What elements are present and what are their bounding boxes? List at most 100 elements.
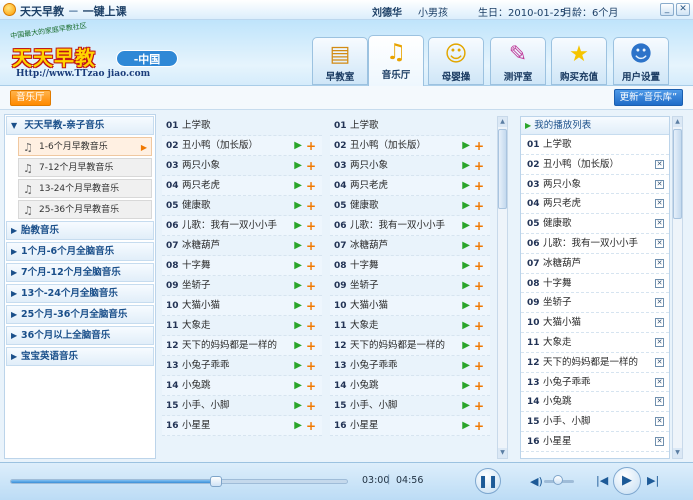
add-to-playlist-icon[interactable]: + — [306, 416, 316, 436]
remove-icon[interactable]: ✕ — [655, 179, 664, 189]
song-row[interactable]: 08 十字舞 ▶ + — [162, 256, 322, 276]
nav-tab[interactable]: ♫ 音乐厅 — [368, 35, 424, 86]
nav-tab[interactable]: ☺ 母婴操 — [428, 37, 484, 85]
song-row[interactable]: 16 小星星 ▶ + — [330, 416, 490, 436]
sidebar-category[interactable]: ▶ 宝宝英语音乐 — [6, 347, 154, 366]
song-row[interactable]: 06 儿歌：我有一双小小手 ▶ + — [330, 216, 490, 236]
remove-icon[interactable]: ✕ — [655, 238, 664, 248]
song-row[interactable]: 13 小兔子乖乖 ▶ + — [330, 356, 490, 376]
sidebar-category[interactable]: ▶ 7个月-12个月全脑音乐 — [6, 263, 154, 282]
play-icon[interactable]: ▶ — [294, 316, 302, 336]
sidebar-subitem[interactable]: ♫ 1-6个月早教音乐 ▶ — [18, 137, 152, 156]
play-icon[interactable]: ▶ — [462, 316, 470, 336]
add-to-playlist-icon[interactable]: + — [474, 356, 484, 376]
add-to-playlist-icon[interactable]: + — [306, 156, 316, 176]
play-icon[interactable]: ▶ — [294, 156, 302, 176]
add-to-playlist-icon[interactable]: + — [474, 196, 484, 216]
remove-icon[interactable]: ✕ — [655, 417, 664, 427]
song-row[interactable]: 10 大猫小猫 ▶ + — [162, 296, 322, 316]
play-icon[interactable]: ▶ — [294, 416, 302, 436]
play-icon[interactable]: ▶ — [294, 136, 302, 156]
nav-tab[interactable]: ★ 购买充值 — [551, 37, 607, 85]
sidebar-category[interactable]: ▶ 胎教音乐 — [6, 221, 154, 240]
playlist-row[interactable]: 10 大猫小猫 ✕ — [521, 313, 669, 333]
song-row[interactable]: 07 冰糖葫芦 ▶ + — [162, 236, 322, 256]
remove-icon[interactable]: ✕ — [655, 377, 664, 387]
play-icon[interactable]: ▶ — [462, 236, 470, 256]
song-row[interactable]: 14 小兔跳 ▶ + — [162, 376, 322, 396]
play-icon[interactable]: ▶ — [294, 196, 302, 216]
song-row[interactable]: 01 上学歌 — [330, 116, 490, 136]
remove-icon[interactable]: ✕ — [655, 337, 664, 347]
song-row[interactable]: 04 两只老虎 ▶ + — [162, 176, 322, 196]
sidebar-category[interactable]: ▶ 36个月以上全脑音乐 — [6, 326, 154, 345]
add-to-playlist-icon[interactable]: + — [306, 296, 316, 316]
volume-icon[interactable]: ◀) — [530, 475, 543, 488]
scroll-down-icon[interactable]: ▼ — [673, 448, 682, 458]
playlist-row[interactable]: 05 健康歌 ✕ — [521, 214, 669, 234]
remove-icon[interactable]: ✕ — [655, 436, 664, 446]
nav-tab[interactable]: ✎ 测评室 — [490, 37, 546, 85]
sidebar-category[interactable]: ▶ 25个月-36个月全脑音乐 — [6, 305, 154, 324]
playlist-row[interactable]: 04 两只老虎 ✕ — [521, 194, 669, 215]
scroll-up-icon[interactable]: ▲ — [673, 117, 682, 127]
next-track-button[interactable]: ▶| — [647, 474, 659, 487]
song-row[interactable]: 15 小手、小脚 ▶ + — [330, 396, 490, 416]
remove-icon[interactable]: ✕ — [655, 159, 664, 169]
play-icon[interactable]: ▶ — [294, 336, 302, 356]
close-icon[interactable]: ✕ — [676, 3, 690, 16]
play-icon[interactable]: ▶ — [462, 216, 470, 236]
add-to-playlist-icon[interactable]: + — [474, 296, 484, 316]
add-to-playlist-icon[interactable]: + — [306, 396, 316, 416]
add-to-playlist-icon[interactable]: + — [306, 316, 316, 336]
play-icon[interactable]: ▶ — [462, 396, 470, 416]
play-icon[interactable]: ▶ — [294, 256, 302, 276]
minimize-icon[interactable]: _ — [660, 3, 674, 16]
song-row[interactable]: 06 儿歌：我有一双小小手 ▶ + — [162, 216, 322, 236]
play-icon[interactable]: ▶ — [462, 336, 470, 356]
playlist-row[interactable]: 07 冰糖葫芦 ✕ — [521, 254, 669, 274]
play-icon[interactable]: ▶ — [462, 356, 470, 376]
play-icon[interactable]: ▶ — [294, 276, 302, 296]
song-row[interactable]: 11 大象走 ▶ + — [162, 316, 322, 336]
remove-icon[interactable]: ✕ — [655, 357, 664, 367]
add-to-playlist-icon[interactable]: + — [306, 276, 316, 296]
add-to-playlist-icon[interactable]: + — [474, 156, 484, 176]
play-icon[interactable]: ▶ — [462, 136, 470, 156]
remove-icon[interactable]: ✕ — [655, 199, 664, 209]
playlist-row[interactable]: 12 天下的妈妈都是一样的 ✕ — [521, 353, 669, 373]
sidebar-category[interactable]: ▶ 1个月-6个月全脑音乐 — [6, 242, 154, 261]
scroll-thumb[interactable] — [498, 129, 507, 209]
remove-icon[interactable]: ✕ — [655, 258, 664, 268]
add-to-playlist-icon[interactable]: + — [306, 336, 316, 356]
add-to-playlist-icon[interactable]: + — [306, 136, 316, 156]
play-icon[interactable]: ▶ — [462, 256, 470, 276]
song-row[interactable]: 03 两只小象 ▶ + — [330, 156, 490, 176]
play-icon[interactable]: ▶ — [294, 356, 302, 376]
scroll-thumb[interactable] — [673, 129, 682, 219]
play-icon[interactable]: ▶ — [294, 376, 302, 396]
play-icon[interactable]: ▶ — [294, 396, 302, 416]
playlist-row[interactable]: 16 小星星 ✕ — [521, 432, 669, 452]
user-name[interactable]: 刘德华 — [372, 4, 402, 19]
remove-icon[interactable]: ✕ — [655, 278, 664, 288]
add-to-playlist-icon[interactable]: + — [474, 336, 484, 356]
song-list-scrollbar[interactable]: ▲ ▼ — [497, 116, 508, 459]
playlist-row[interactable]: 02 丑小鸭（加长版） ✕ — [521, 155, 669, 175]
sidebar-subitem[interactable]: ♫ 7-12个月早教音乐 — [18, 158, 152, 177]
playlist-row[interactable]: 14 小兔跳 ✕ — [521, 392, 669, 413]
previous-track-button[interactable]: |◀ — [596, 474, 608, 487]
song-row[interactable]: 15 小手、小脚 ▶ + — [162, 396, 322, 416]
playlist-row[interactable]: 09 坐轿子 ✕ — [521, 293, 669, 314]
add-to-playlist-icon[interactable]: + — [306, 236, 316, 256]
play-icon[interactable]: ▶ — [294, 216, 302, 236]
song-row[interactable]: 03 两只小象 ▶ + — [162, 156, 322, 176]
add-to-playlist-icon[interactable]: + — [474, 416, 484, 436]
add-to-playlist-icon[interactable]: + — [306, 256, 316, 276]
nav-tab[interactable]: ☻ 用户设置 — [613, 37, 669, 85]
nav-tab[interactable]: ▤ 早教室 — [312, 37, 368, 85]
play-icon[interactable]: ▶ — [462, 376, 470, 396]
playlist-scrollbar[interactable]: ▲ ▼ — [672, 116, 683, 459]
playlist-row[interactable]: 15 小手、小脚 ✕ — [521, 412, 669, 432]
playlist-row[interactable]: 03 两只小象 ✕ — [521, 175, 669, 195]
